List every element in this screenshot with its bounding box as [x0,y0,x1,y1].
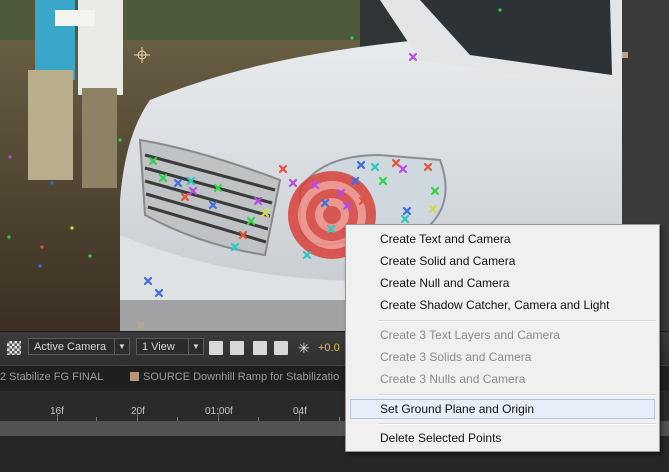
tab-source-downhill[interactable]: SOURCE Downhill Ramp for Stabilizatio [130,371,339,383]
menu-separator [378,423,656,425]
menu-item-label: Create 3 Nulls and Camera [380,372,526,386]
menu-item-label: Set Ground Plane and Origin [380,402,535,416]
ruler-tick [57,413,58,421]
comp-color-swatch [130,372,139,381]
layer-handle[interactable] [138,322,144,328]
ruler-tick [218,413,219,421]
menu-item-create-text-and-camera[interactable]: Create Text and Camera [350,229,655,249]
view-layout-label: 1 View [142,341,175,353]
transparency-grid-icon[interactable] [7,341,21,355]
menu-item-label: Delete Selected Points [380,431,502,445]
menu-item-label: Create 3 Text Layers and Camera [380,328,560,342]
menu-item-label: Create Solid and Camera [380,254,516,268]
ruler-tick [137,413,138,421]
menu-separator [378,394,656,396]
exposure-value[interactable]: +0.0 [318,342,340,354]
menu-separator [378,320,656,322]
camera-view-label: Active Camera [34,341,107,353]
menu-item-create-solid-and-camera[interactable]: Create Solid and Camera [350,251,655,271]
menu-item-create-shadow-catcher[interactable]: Create Shadow Catcher, Camera and Light [350,295,655,315]
tab-label: 2 Stabilize FG FINAL [0,371,104,383]
menu-item-create-3-nulls[interactable]: Create 3 Nulls and Camera [350,369,655,389]
view-layout-dropdown[interactable]: 1 View ▼ [136,338,204,355]
menu-item-create-null-and-camera[interactable]: Create Null and Camera [350,273,655,293]
flowchart-icon[interactable] [274,341,288,355]
exposure-icon[interactable]: ✳ [298,340,310,357]
tab-stabilize-fg[interactable]: 2 Stabilize FG FINAL [0,371,103,383]
chevron-down-icon: ▼ [114,339,129,354]
chevron-down-icon: ▼ [188,339,203,354]
toggle-pixel-icon[interactable] [209,341,223,355]
menu-item-label: Create 3 Solids and Camera [380,350,532,364]
camera-view-dropdown[interactable]: Active Camera ▼ [28,338,130,355]
menu-item-delete-selected-points[interactable]: Delete Selected Points [350,428,655,448]
menu-item-label: Create Null and Camera [380,276,510,290]
layer-handle[interactable] [622,52,628,58]
menu-item-label: Create Shadow Catcher, Camera and Light [380,298,610,312]
menu-item-set-ground-plane[interactable]: Set Ground Plane and Origin [350,399,655,419]
ruler-tick [299,413,300,421]
menu-item-create-3-solids[interactable]: Create 3 Solids and Camera [350,347,655,367]
fast-preview-icon[interactable] [230,341,244,355]
context-menu: Create Text and Camera Create Solid and … [345,224,660,452]
menu-item-create-3-text-layers[interactable]: Create 3 Text Layers and Camera [350,325,655,345]
tab-label: SOURCE Downhill Ramp for Stabilizatio [143,371,340,383]
snapshot-icon[interactable] [253,341,267,355]
menu-item-label: Create Text and Camera [380,232,511,246]
